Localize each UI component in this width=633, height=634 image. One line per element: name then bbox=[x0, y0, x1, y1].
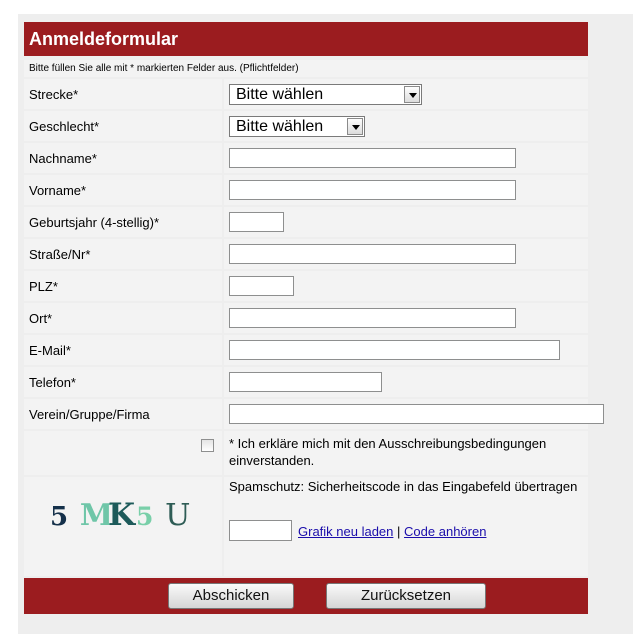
row-geburtsjahr: Geburtsjahr (4-stellig)* bbox=[24, 207, 588, 237]
vorname-label: Vorname* bbox=[24, 175, 222, 205]
form-title: Anmeldeformular bbox=[24, 22, 588, 56]
ort-input[interactable] bbox=[229, 308, 516, 328]
vorname-input[interactable] bbox=[229, 180, 516, 200]
audio-captcha-link[interactable]: Code anhören bbox=[404, 524, 486, 539]
required-fields-hint: Bitte füllen Sie alle mit * markierten F… bbox=[24, 60, 588, 77]
strecke-select[interactable]: Bitte wählen bbox=[229, 84, 422, 105]
chevron-down-icon[interactable] bbox=[404, 86, 420, 103]
strasse-input[interactable] bbox=[229, 244, 516, 264]
agreement-checkbox[interactable] bbox=[201, 439, 214, 452]
email-label: E-Mail* bbox=[24, 335, 222, 365]
strasse-label: Straße/Nr* bbox=[24, 239, 222, 269]
chevron-down-icon[interactable] bbox=[347, 118, 363, 135]
row-ort: Ort* bbox=[24, 303, 588, 333]
geschlecht-select-value: Bitte wählen bbox=[236, 118, 324, 135]
row-verein: Verein/Gruppe/Firma bbox=[24, 399, 604, 429]
row-geschlecht: Geschlecht* Bitte wählen bbox=[24, 111, 588, 141]
row-plz: PLZ* bbox=[24, 271, 588, 301]
row-captcha: 5 MK5 U Spamschutz: Sicherheitscode in d… bbox=[24, 477, 588, 576]
captcha-char: 5 bbox=[50, 502, 70, 532]
geschlecht-select[interactable]: Bitte wählen bbox=[229, 116, 365, 137]
nachname-label: Nachname* bbox=[24, 143, 222, 173]
row-agreement: * Ich erkläre mich mit den Ausschreibung… bbox=[24, 431, 588, 475]
captcha-image: 5 MK5 U bbox=[50, 497, 191, 533]
agreement-text: * Ich erkläre mich mit den Ausschreibung… bbox=[229, 436, 547, 468]
row-strecke: Strecke* Bitte wählen bbox=[24, 79, 588, 109]
nachname-input[interactable] bbox=[229, 148, 516, 168]
captcha-char: 5 bbox=[136, 502, 155, 531]
captcha-char: K bbox=[108, 497, 137, 533]
row-nachname: Nachname* bbox=[24, 143, 588, 173]
captcha-instruction: Spamschutz: Sicherheitscode in das Einga… bbox=[229, 479, 578, 494]
telefon-input[interactable] bbox=[229, 372, 382, 392]
plz-input[interactable] bbox=[229, 276, 294, 296]
verein-input[interactable] bbox=[229, 404, 604, 424]
registration-form: Anmeldeformular Bitte füllen Sie alle mi… bbox=[24, 22, 604, 614]
captcha-char: U bbox=[165, 498, 192, 533]
submit-button[interactable]: Abschicken bbox=[168, 583, 294, 609]
strecke-label: Strecke* bbox=[24, 79, 222, 109]
email-input[interactable] bbox=[229, 340, 560, 360]
telefon-label: Telefon* bbox=[24, 367, 222, 397]
geburtsjahr-input[interactable] bbox=[229, 212, 284, 232]
form-footer: Abschicken Zurücksetzen bbox=[24, 578, 588, 614]
ort-label: Ort* bbox=[24, 303, 222, 333]
reset-button[interactable]: Zurücksetzen bbox=[326, 583, 486, 609]
geburtsjahr-label: Geburtsjahr (4-stellig)* bbox=[24, 207, 222, 237]
row-telefon: Telefon* bbox=[24, 367, 588, 397]
reload-captcha-link[interactable]: Grafik neu laden bbox=[298, 524, 393, 539]
row-strasse: Straße/Nr* bbox=[24, 239, 588, 269]
geschlecht-label: Geschlecht* bbox=[24, 111, 222, 141]
plz-label: PLZ* bbox=[24, 271, 222, 301]
link-separator: | bbox=[397, 524, 401, 539]
row-vorname: Vorname* bbox=[24, 175, 588, 205]
strecke-select-value: Bitte wählen bbox=[236, 86, 324, 103]
verein-label: Verein/Gruppe/Firma bbox=[24, 399, 222, 429]
row-email: E-Mail* bbox=[24, 335, 588, 365]
captcha-code-input[interactable] bbox=[229, 520, 292, 541]
